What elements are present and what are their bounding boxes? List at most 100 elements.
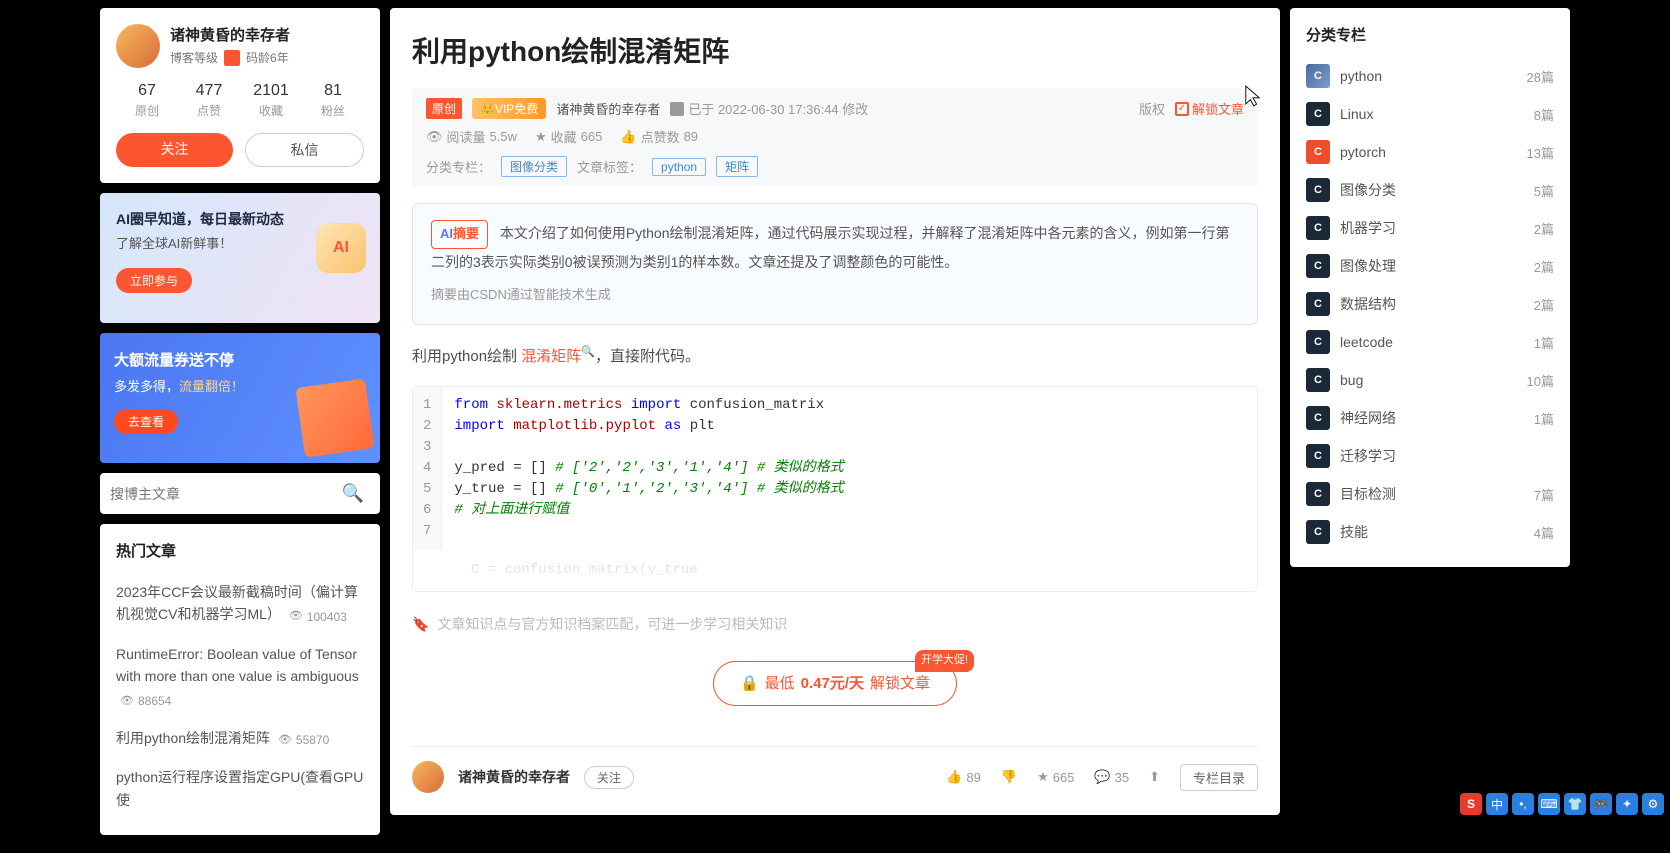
category-item[interactable]: C图像分类5篇 [1306,171,1554,209]
search-card: 🔍 [100,473,380,514]
bottom-follow-button[interactable]: 关注 [584,766,634,789]
promo2-button[interactable]: 去查看 [114,409,178,434]
bottom-bar: 诸神黄昏的幸存者 关注 👍89 👎 ★665 💬35 ⬆ 专栏目录 [412,746,1258,793]
author-avatar[interactable] [116,24,160,68]
ime-tool-icon[interactable]: ✦ [1616,793,1638,815]
author-stats: 67原创 477点赞 2101收藏 81粉丝 [116,82,364,119]
article-meta: 原创 👑VIP免费 诸神黄昏的幸存者 已于 2022-06-30 17:36:4… [412,88,1258,187]
bottom-comment[interactable]: 💬35 [1094,769,1129,785]
hot-article-item[interactable]: 2023年CCF会议最新截稿时间（偏计算机视觉CV和机器学习ML） 👁10040… [116,573,364,635]
hot-article-item[interactable]: 利用python绘制混淆矩阵 👁55870 [116,719,364,758]
eye-icon: 👁 [278,732,292,750]
category-item[interactable]: C数据结构2篇 [1306,285,1554,323]
search-icon[interactable]: 🔍 [336,483,370,504]
category-item[interactable]: C技能4篇 [1306,513,1554,551]
checkbox-icon: ✓ [1175,102,1189,116]
category-icon: C [1306,520,1330,544]
category-item[interactable]: Cleetcode1篇 [1306,323,1554,361]
article-title: 利用python绘制混淆矩阵 [412,30,1258,70]
author-name[interactable]: 诸神黄昏的幸存者 [170,24,290,45]
ime-punct-button[interactable]: •, [1512,793,1534,815]
like-stat[interactable]: 👍点赞数 89 [620,127,698,146]
bottom-fav[interactable]: ★665 [1037,769,1074,785]
stat-favs[interactable]: 2101收藏 [240,82,302,119]
meta-date: 已于 2022-06-30 17:36:44 修改 [670,99,868,118]
reads-stat: 👁阅读量5.5w [426,127,517,146]
author-age: 码龄6年 [246,49,289,66]
hot-articles-card: 热门文章 2023年CCF会议最新截稿时间（偏计算机视觉CV和机器学习ML） 👁… [100,524,380,835]
category-item[interactable]: C迁移学习 [1306,437,1554,475]
bottom-share[interactable]: ⬆ [1149,769,1160,785]
ime-bar: S 中 •, ⌨ 👕 🎮 ✦ ⚙ [1460,793,1664,815]
category-icon: C [1306,254,1330,278]
ai-icon: AI [316,223,366,273]
article-body: 利用python绘制 混淆矩阵🔍，直接附代码。 1234567 from skl… [412,343,1258,706]
stat-likes[interactable]: 477点赞 [178,82,240,119]
stat-fans[interactable]: 81粉丝 [302,82,364,119]
promo2-title: 大额流量券送不停 [114,349,366,370]
category-icon: C [1306,368,1330,392]
hot-article-item[interactable]: python运行程序设置指定GPU(查看GPU使 [116,758,364,819]
bottom-author[interactable]: 诸神黄昏的幸存者 [458,767,570,787]
ime-lang-button[interactable]: 中 [1486,793,1508,815]
bottom-avatar[interactable] [412,761,444,793]
unlock-article-link[interactable]: ✓解锁文章 [1175,99,1244,118]
star-icon: ★ [535,129,547,145]
category-item[interactable]: Cbug10篇 [1306,361,1554,399]
ime-keyboard-icon[interactable]: ⌨ [1538,793,1560,815]
category-item[interactable]: C目标检测7篇 [1306,475,1554,513]
ime-logo-icon[interactable]: S [1460,793,1482,815]
doc-icon: 🔖 [412,612,429,637]
category-item[interactable]: Cpytorch13篇 [1306,133,1554,171]
category-icon: C [1306,330,1330,354]
author-level-label: 博客等级 [170,49,218,66]
promo2-deco-icon [295,378,374,457]
fav-stat[interactable]: ★收藏 665 [535,127,602,146]
meta-author[interactable]: 诸神黄昏的幸存者 [556,99,660,118]
category-item[interactable]: C图像处理2篇 [1306,247,1554,285]
ime-game-icon[interactable]: 🎮 [1590,793,1612,815]
category-icon: C [1306,216,1330,240]
ime-settings-icon[interactable]: ⚙ [1642,793,1664,815]
level-badge-icon [224,50,240,66]
bottom-like[interactable]: 👍89 [946,769,981,785]
category-icon: C [1306,292,1330,316]
hot-article-item[interactable]: RuntimeError: Boolean value of Tensor wi… [116,635,364,719]
promo-ai-card[interactable]: AI圈早知道，每日最新动态 了解全球AI新鲜事！ 立即参与 AI [100,193,380,323]
copyright-link[interactable]: 版权 [1139,99,1165,118]
cursor-icon [1244,84,1262,108]
tag-python[interactable]: python [652,158,706,176]
author-card: 诸神黄昏的幸存者 博客等级 码龄6年 67原创 477点赞 2101收藏 81粉… [100,8,380,183]
category-item[interactable]: C神经网络1篇 [1306,399,1554,437]
promo1-button[interactable]: 立即参与 [116,268,192,293]
line-numbers: 1234567 [413,387,442,550]
abstract-box: AI摘要 本文介绍了如何使用Python绘制混淆矩阵，通过代码展示实现过程，并解… [412,203,1258,325]
categories-title: 分类专栏 [1306,24,1554,45]
category-icon: C [1306,406,1330,430]
article-card: 利用python绘制混淆矩阵 原创 👑VIP免费 诸神黄昏的幸存者 已于 202… [390,8,1280,815]
hot-title: 热门文章 [116,540,364,561]
search-hint-icon: 🔍 [581,346,595,358]
unlock-button[interactable]: 🔒 最低0.47元/天 解锁文章 开学大促! [713,661,957,706]
stat-original[interactable]: 67原创 [116,82,178,119]
tags-label: 文章标签： [577,157,642,176]
search-input[interactable] [110,486,336,502]
category-item[interactable]: CLinux8篇 [1306,95,1554,133]
follow-button[interactable]: 关注 [116,133,233,167]
ime-skin-icon[interactable]: 👕 [1564,793,1586,815]
confusion-matrix-link[interactable]: 混淆矩阵🔍 [521,348,595,365]
code-content[interactable]: from sklearn.metrics import confusion_ma… [442,387,855,550]
toc-button[interactable]: 专栏目录 [1180,764,1258,791]
lock-icon: 🔒 [740,670,759,697]
tag-matrix[interactable]: 矩阵 [716,156,758,177]
abstract-note: 摘要由CSDN通过智能技术生成 [431,283,1239,308]
bottom-dislike[interactable]: 👎 [1001,769,1017,785]
category-icon: C [1306,64,1330,88]
category-item[interactable]: Cpython28篇 [1306,57,1554,95]
thumb-down-icon: 👎 [1001,769,1017,785]
star-icon: ★ [1037,769,1049,785]
column-tag[interactable]: 图像分类 [501,156,567,177]
category-item[interactable]: C机器学习2篇 [1306,209,1554,247]
message-button[interactable]: 私信 [245,133,364,167]
promo-traffic-card[interactable]: 大额流量券送不停 多发多得，流量翻倍！ 去查看 [100,333,380,463]
